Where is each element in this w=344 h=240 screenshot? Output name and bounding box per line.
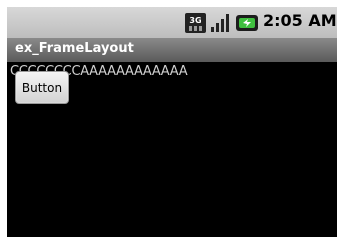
battery-charging-icon <box>236 15 258 31</box>
device-frame: 3G 2:05 AM ex_FrameLayout CCCCCCCCAAAAAA… <box>0 0 344 237</box>
3g-network-icon: 3G <box>185 13 206 33</box>
title-bar: ex_FrameLayout <box>7 38 337 62</box>
status-bar: 3G 2:05 AM <box>7 7 337 39</box>
screen: 3G 2:05 AM ex_FrameLayout CCCCCCCCAAAAAA… <box>7 7 337 237</box>
app-title: ex_FrameLayout <box>15 41 134 56</box>
frame-layout-content: CCCCCCCCAAAAAAAAAAAA Button <box>7 62 337 237</box>
clock: 2:05 AM <box>263 11 337 30</box>
3g-label: 3G <box>189 16 201 25</box>
signal-bars-icon <box>211 14 229 32</box>
button[interactable]: Button <box>15 71 69 104</box>
